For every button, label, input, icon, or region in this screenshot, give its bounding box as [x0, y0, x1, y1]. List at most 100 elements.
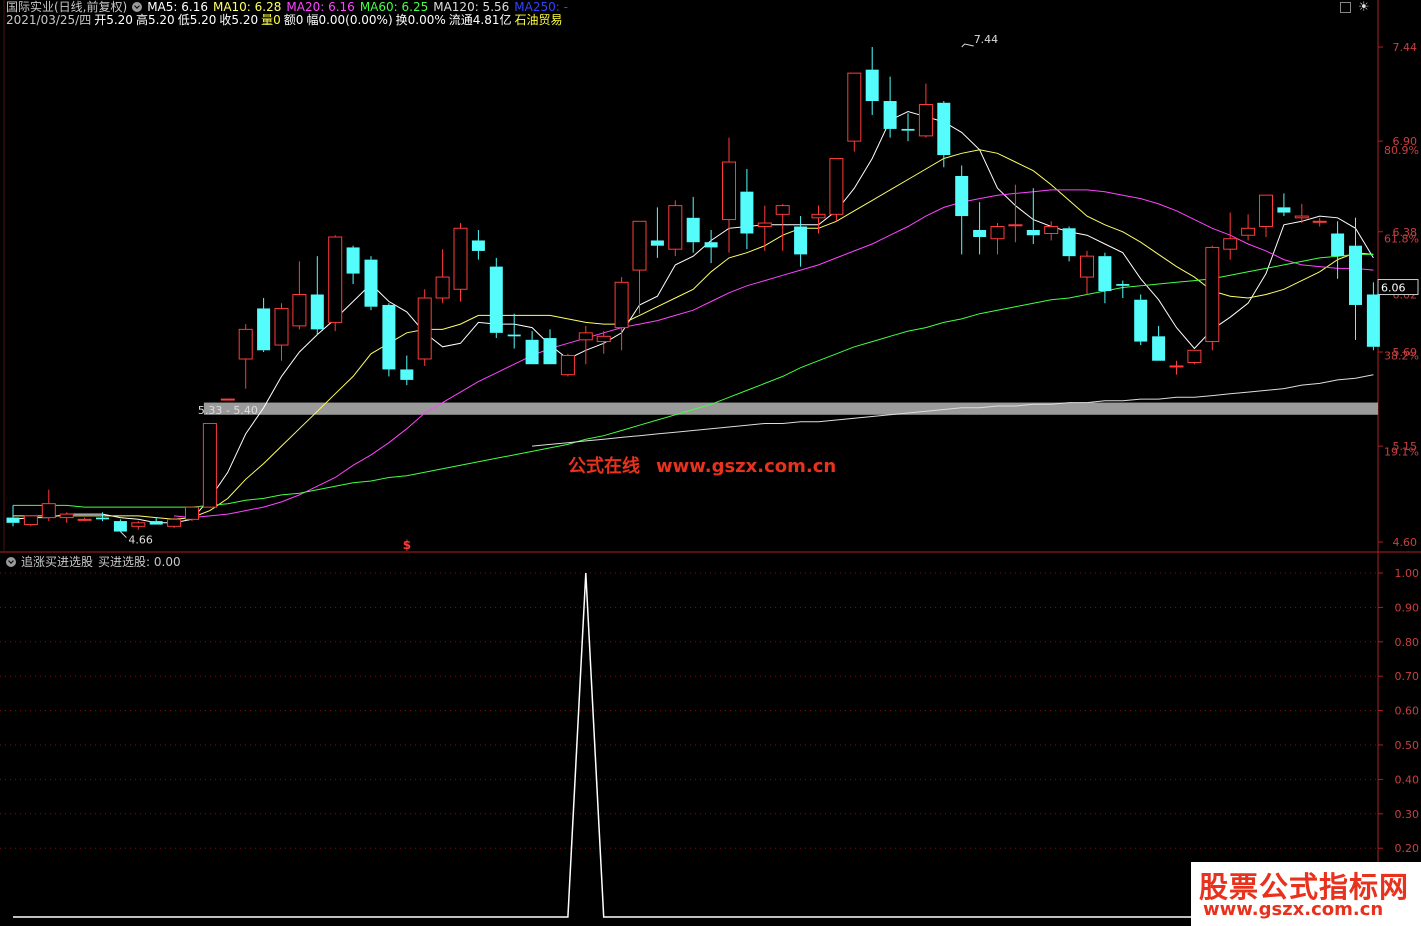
candle-body — [865, 69, 879, 102]
candle-body — [596, 335, 611, 343]
info-item: 石油贸易 — [514, 13, 563, 27]
candle-body — [292, 294, 307, 327]
candle-body — [471, 240, 485, 251]
candle-body — [346, 247, 360, 274]
annotation-pointer — [961, 43, 974, 48]
ma-label: MA250: - — [514, 0, 568, 14]
info-item: 开5.20 — [94, 13, 133, 27]
percent-tick-label: 19.1% — [1384, 445, 1419, 458]
candle-body — [614, 281, 629, 329]
candle-body — [632, 220, 647, 271]
candle-body — [775, 205, 790, 215]
candle-body — [578, 332, 593, 341]
percent-tick-label: 38.2% — [1384, 350, 1419, 363]
candle-body — [1259, 194, 1273, 228]
candle-body — [364, 259, 378, 307]
price-tick-label: 4.60 — [1393, 536, 1418, 549]
candle-body — [435, 276, 450, 299]
indicator-tick-label: 0.20 — [1395, 842, 1420, 855]
candle-body — [1134, 299, 1148, 342]
info-item: 2021/03/25/四 — [6, 13, 92, 27]
candle-body — [274, 307, 289, 346]
indicator-value: 买进选股: 0.00 — [98, 555, 181, 569]
candle-body — [131, 522, 146, 527]
percent-tick-label: 80.9% — [1384, 144, 1419, 157]
indicator-dropdown-icon[interactable] — [6, 557, 16, 567]
info-item: 流通4.81亿 — [448, 13, 512, 27]
indicator-tick-label: 0.50 — [1395, 739, 1420, 752]
ma-label: MA60: 6.25 — [359, 0, 429, 14]
indicator-tick-label: 0.80 — [1395, 636, 1420, 649]
candle-body — [167, 518, 182, 527]
candle-body — [937, 102, 951, 156]
dropdown-icon[interactable] — [132, 2, 143, 12]
ma-header: 国际实业(日线,前复权) MA5: 6.16 MA10: 6.28 MA20: 6.1… — [6, 0, 578, 14]
candle-body — [1349, 245, 1362, 305]
candle-body — [310, 294, 324, 330]
signal-marker: $ — [403, 538, 411, 552]
indicator-line — [13, 572, 1374, 918]
indicator-tick-label: 0.90 — [1395, 601, 1420, 614]
stock-title: 国际实业(日线,前复权) — [6, 0, 128, 14]
ma-legend: MA5: 6.16 MA10: 6.28 MA20: 6.16 MA60: 6.25 M… — [147, 0, 573, 14]
candle-body — [1366, 294, 1380, 347]
info-item: 幅0.00(0.00%) — [306, 13, 393, 27]
candle-body — [1026, 230, 1040, 236]
candle-body — [990, 226, 1005, 240]
ma-label: MA10: 6.28 — [212, 0, 282, 14]
settings-sun-icon[interactable]: ☀ — [1358, 0, 1370, 15]
candle-body — [400, 369, 414, 380]
candle-body — [1152, 336, 1166, 361]
indicator-header: 追涨买进选股 买进选股: 0.00 — [6, 555, 186, 569]
candle-body — [1223, 238, 1238, 250]
annotation-pointer — [120, 531, 127, 538]
candle-body — [847, 72, 862, 142]
candle-body — [757, 222, 772, 228]
candle-body — [1044, 226, 1059, 234]
candle-body — [811, 213, 826, 219]
candle-body — [1277, 207, 1291, 213]
indicator-tick-label: 0.40 — [1395, 773, 1420, 786]
candle-body — [257, 308, 271, 351]
ma-label: MA5: 6.16 — [147, 0, 208, 14]
candle-body — [794, 226, 808, 255]
candle-body — [525, 339, 539, 365]
candle-body — [149, 521, 163, 525]
candle-body — [973, 230, 987, 237]
info-item: 额0 — [283, 13, 304, 27]
candle-body — [6, 517, 20, 523]
current-price-label: 6.06 — [1381, 282, 1406, 295]
candle-body — [918, 104, 933, 137]
candle-body — [382, 304, 396, 370]
ma-label: MA20: 6.16 — [286, 0, 355, 14]
price-tick-label: 7.44 — [1393, 41, 1418, 54]
indicator-tick-label: 0.60 — [1395, 705, 1420, 718]
candle-body — [96, 517, 109, 520]
window-toggle-icon[interactable] — [1340, 2, 1351, 13]
candle-body — [1008, 224, 1023, 227]
candle-body — [829, 158, 844, 215]
price-annotation: 5.33 - 5.40 — [198, 404, 258, 417]
price-annotation: 4.66 — [128, 534, 153, 547]
info-item: 收5.20 — [219, 13, 259, 27]
info-item: 低5.20 — [177, 13, 217, 27]
candle-body — [740, 191, 754, 234]
candle-body — [543, 338, 557, 365]
candle-body — [668, 205, 683, 250]
candle-body — [1241, 227, 1256, 236]
candle-body — [1116, 284, 1130, 286]
candle-body — [901, 128, 915, 131]
indicator-name[interactable]: 追涨买进选股 — [21, 555, 93, 569]
watermark-badge: 股票公式指标网 www.gszx.com.cn — [1191, 862, 1421, 926]
indicator-tick-label: 0.30 — [1395, 808, 1420, 821]
candle-body — [650, 240, 664, 246]
candle-body — [507, 334, 521, 337]
ma-label: MA120: 5.56 — [433, 0, 510, 14]
info-row: 2021/03/25/四 开5.20 高5.20 低5.20 收5.20 量0 额0 幅0.0… — [6, 13, 566, 27]
candle-body — [1294, 215, 1309, 219]
candle-body — [1062, 228, 1076, 257]
candle-body — [489, 266, 503, 333]
candle-body — [955, 175, 969, 217]
percent-tick-label: 61.8% — [1384, 233, 1419, 246]
candle-body — [113, 521, 127, 532]
